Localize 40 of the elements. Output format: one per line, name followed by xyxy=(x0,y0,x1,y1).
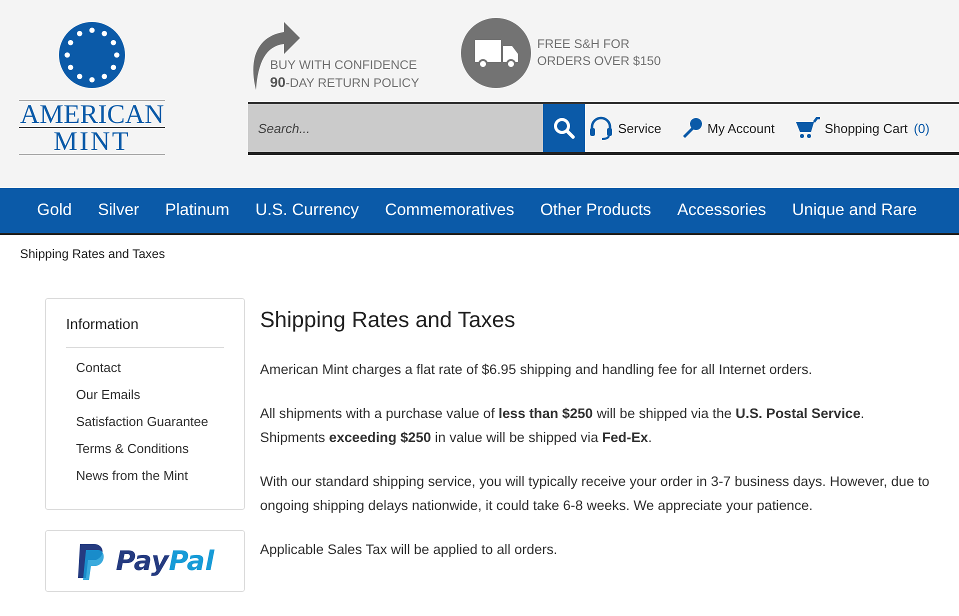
paypal-wordmark: PayPal xyxy=(116,546,214,576)
nav-item[interactable]: U.S. Currency xyxy=(242,201,372,220)
headset-icon xyxy=(588,116,614,140)
search-button[interactable] xyxy=(543,104,585,152)
nav-item[interactable]: Accessories xyxy=(664,201,780,220)
paragraph-text: American Mint charges a flat rate of $6.95 shipping and handling fee for all Internet orders. xyxy=(260,361,814,379)
promo-text: BUY WITH CONFIDENCE xyxy=(270,57,418,74)
truck-icon xyxy=(461,18,532,88)
nav-item[interactable]: Gold xyxy=(24,201,85,220)
sidebar-link[interactable]: News from the Mint xyxy=(66,468,224,483)
promo-text: 90-DAY RETURN POLICY xyxy=(270,74,420,92)
paragraph-text: Shipments exceeding $250 in value will be shipped via Fed-Ex. xyxy=(260,429,653,447)
cart-link[interactable]: Shopping Cart (0) xyxy=(794,117,930,139)
account-link[interactable]: My Account xyxy=(681,117,775,139)
sidebar-link[interactable]: Our Emails xyxy=(66,387,224,402)
paragraph-text: Applicable Sales Tax will be applied to all orders. xyxy=(260,541,558,559)
sidebar-title: Information xyxy=(66,317,140,333)
search-field[interactable]: Search... xyxy=(248,104,543,152)
search-icon xyxy=(553,117,575,139)
logo-wordmark[interactable]: MINT xyxy=(54,128,130,154)
nav-item[interactable]: Unique and Rare xyxy=(779,201,930,220)
stars-circle-icon xyxy=(59,22,125,88)
promo-text: ORDERS OVER $150 xyxy=(537,53,661,70)
paypal-card[interactable]: PayPal xyxy=(45,530,245,592)
sidebar-link[interactable]: Terms & Conditions xyxy=(66,441,224,456)
sidebar-link[interactable]: Satisfaction Guarantee xyxy=(66,414,224,429)
nav-item[interactable]: Commemoratives xyxy=(372,201,528,220)
nav-item[interactable]: Other Products xyxy=(527,201,664,220)
nav-item[interactable]: Silver xyxy=(84,201,152,220)
key-icon xyxy=(681,117,704,139)
breadcrumb-link[interactable]: Shipping Rates and Taxes xyxy=(20,247,166,261)
cart-icon xyxy=(794,117,821,139)
service-link[interactable]: Service xyxy=(588,116,662,140)
nav-item[interactable]: Platinum xyxy=(152,201,242,220)
logo-wordmark[interactable]: AMERICAN xyxy=(20,101,164,127)
page-title: Shipping Rates and Taxes xyxy=(260,307,516,333)
paragraph-text: With our standard shipping service, you will typically receive your order in 3-7 business days. However, due to ongoing shipping delays nationwide, it could take 6-8 weeks. We appreciate your patience. xyxy=(260,473,930,515)
promo-text: FREE S&H FOR xyxy=(537,36,631,53)
sidebar-link[interactable]: Contact xyxy=(66,360,224,375)
paragraph-text: All shipments with a purchase value of less than $250 will be shipped via the U.S. Postal Service. xyxy=(260,405,866,423)
